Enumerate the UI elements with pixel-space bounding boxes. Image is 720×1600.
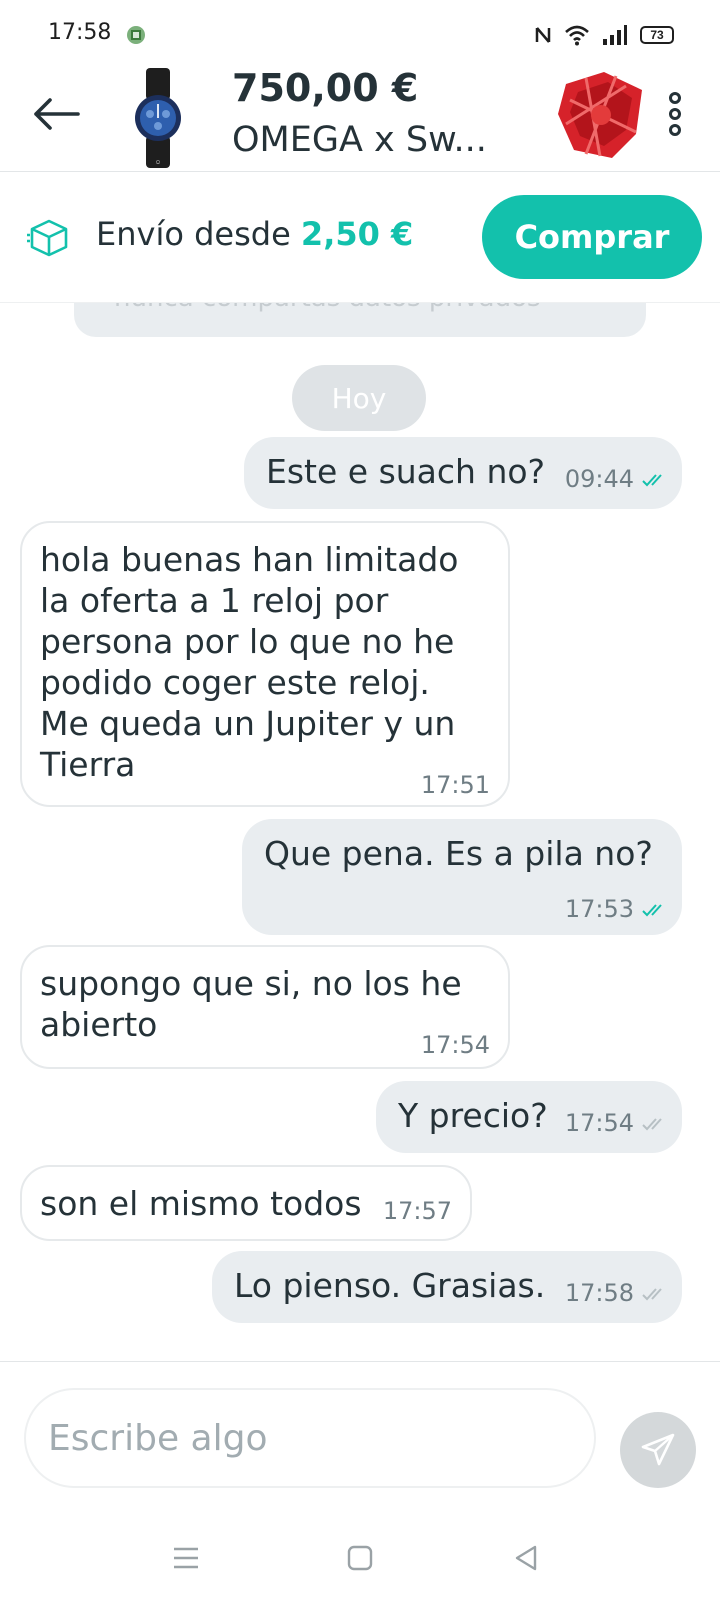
delivered-check-icon — [642, 1117, 662, 1130]
message-incoming[interactable]: hola buenas han limitado la oferta a 1 r… — [20, 521, 510, 807]
message-meta: 17:54 — [421, 1025, 490, 1066]
send-icon — [641, 1433, 675, 1466]
message-outgoing[interactable]: Lo pienso. Grasias. 17:58 — [212, 1251, 682, 1323]
nav-back-button[interactable] — [506, 1538, 546, 1578]
message-text: hola buenas han limitado la oferta a 1 r… — [40, 540, 459, 784]
message-meta: 09:44 — [565, 459, 666, 500]
wifi-icon — [565, 25, 589, 46]
arrow-left-icon — [34, 98, 80, 130]
dot-icon — [669, 108, 681, 120]
battery-indicator: 73 — [640, 26, 674, 44]
home-square-icon — [347, 1545, 373, 1571]
buy-button[interactable]: Comprar — [482, 195, 702, 279]
message-time: 17:53 — [564, 895, 634, 923]
app-notification-icon — [127, 26, 145, 44]
more-options-button[interactable] — [660, 84, 690, 144]
seller-avatar[interactable] — [556, 70, 646, 160]
shipping-prefix: Envío desde — [96, 215, 301, 253]
safety-notice-text: nunca compartas datos privados — [114, 303, 541, 313]
send-button[interactable] — [620, 1412, 696, 1488]
message-meta: 17:53 — [565, 889, 666, 930]
day-separator: Hoy — [292, 365, 426, 431]
product-price: 750,00 € — [232, 66, 419, 110]
message-text: supongo que si, no los he abierto — [40, 964, 462, 1044]
message-outgoing[interactable]: Este e suach no? 09:44 — [244, 437, 682, 509]
message-outgoing[interactable]: Y precio? 17:54 — [376, 1081, 682, 1153]
dot-icon — [669, 124, 681, 136]
shipping-bar: Envío desde 2,50 € Comprar — [0, 173, 720, 303]
read-check-icon — [642, 903, 662, 916]
message-text: son el mismo todos — [40, 1184, 362, 1223]
read-check-icon — [642, 473, 662, 486]
message-time: 17:57 — [382, 1197, 452, 1225]
message-meta: 17:57 — [383, 1191, 452, 1232]
message-time: 17:51 — [420, 771, 490, 799]
message-time: 09:44 — [564, 465, 634, 493]
message-text: Que pena. Es a pila no? — [264, 834, 653, 873]
back-triangle-icon — [515, 1545, 537, 1571]
message-input[interactable] — [24, 1388, 596, 1488]
delivered-check-icon — [642, 1287, 662, 1300]
status-icons: 73 — [534, 20, 674, 50]
message-incoming[interactable]: son el mismo todos 17:57 — [20, 1165, 472, 1241]
message-outgoing[interactable]: Que pena. Es a pila no? 17:53 — [242, 819, 682, 935]
message-meta: 17:51 — [421, 765, 490, 806]
signal-icon — [603, 25, 627, 45]
message-time: 17:54 — [564, 1109, 634, 1137]
package-icon — [27, 219, 68, 257]
chat-thread[interactable]: nunca compartas datos privados Hoy Este … — [0, 303, 720, 1361]
system-nav-bar — [0, 1510, 720, 1600]
menu-lines-icon — [174, 1547, 198, 1569]
nav-menu-button[interactable] — [166, 1538, 206, 1578]
svg-text:Ω: Ω — [156, 160, 160, 166]
status-bar: 17:58 73 — [0, 0, 720, 70]
nav-home-button[interactable] — [340, 1538, 380, 1578]
safety-notice: nunca compartas datos privados — [74, 303, 646, 337]
product-title: OMEGA x Sw... — [232, 120, 487, 160]
status-time: 17:58 — [48, 20, 112, 45]
message-incoming[interactable]: supongo que si, no los he abierto 17:54 — [20, 945, 510, 1069]
message-text: Este e suach no? — [266, 452, 546, 491]
dot-icon — [669, 92, 681, 104]
chat-header: Ω 750,00 € OMEGA x Sw... — [0, 62, 720, 172]
message-time: 17:54 — [420, 1031, 490, 1059]
shipping-price: 2,50 € — [300, 215, 414, 253]
message-composer — [0, 1361, 720, 1491]
message-time: 17:58 — [564, 1279, 634, 1307]
nfc-icon — [535, 27, 551, 43]
message-text: Y precio? — [398, 1096, 548, 1135]
message-text: Lo pienso. Grasias. — [234, 1266, 546, 1305]
product-thumbnail[interactable]: Ω — [128, 68, 188, 168]
shipping-text: Envío desde 2,50 € — [96, 215, 413, 253]
message-meta: 17:54 — [565, 1103, 666, 1144]
message-meta: 17:58 — [565, 1273, 666, 1314]
back-button[interactable] — [28, 86, 84, 142]
